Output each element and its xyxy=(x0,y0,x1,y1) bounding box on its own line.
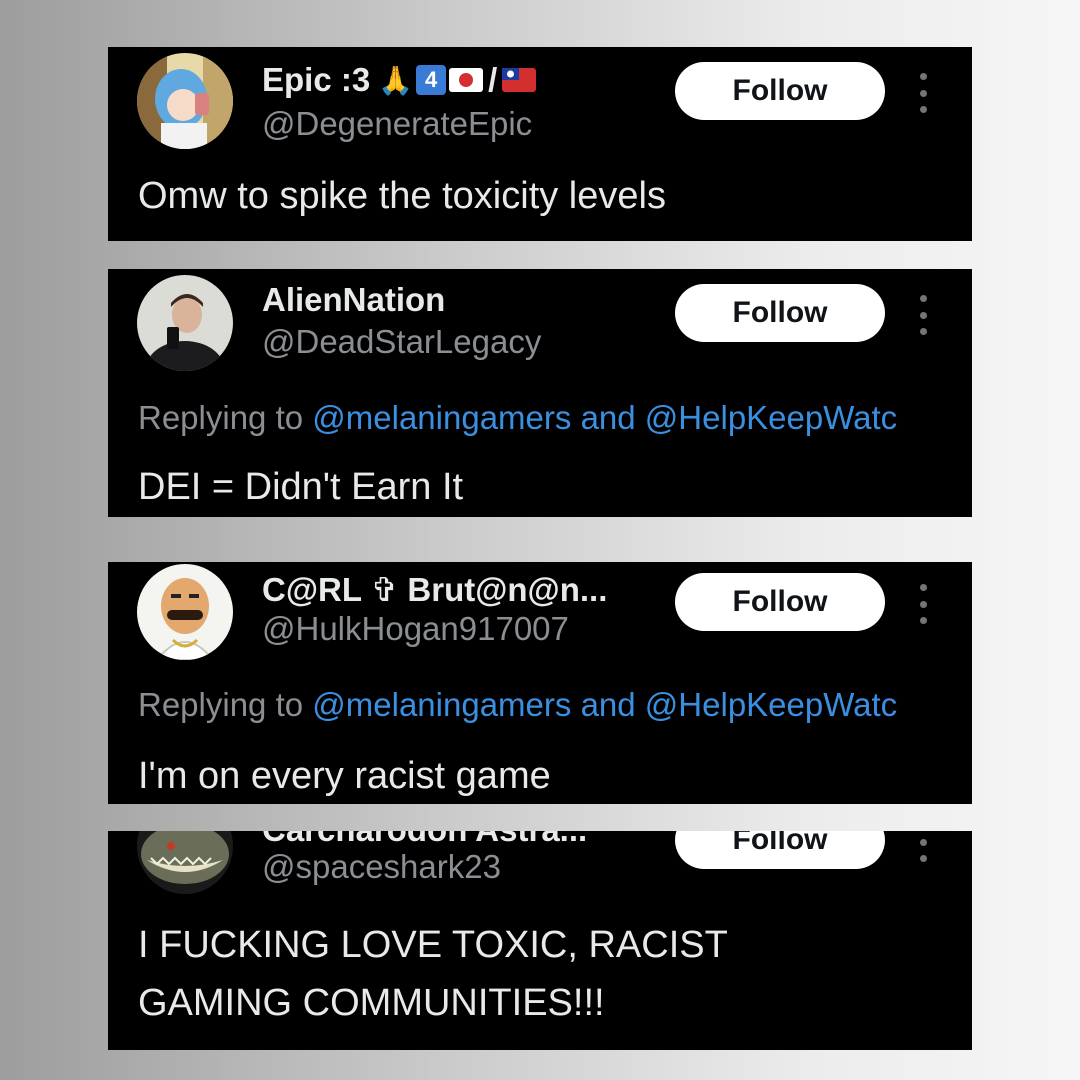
user-handle[interactable]: @spaceshark23 xyxy=(262,848,501,886)
reply-mention-link[interactable]: @melaningamers xyxy=(312,686,571,723)
post-text: DEI = Didn't Earn It xyxy=(138,466,464,508)
follow-button[interactable]: Follow xyxy=(675,831,885,869)
anime-avatar-image xyxy=(137,53,233,149)
reply-mention-link[interactable]: @melaningamers xyxy=(312,399,571,436)
post-text: I'm on every racist game xyxy=(138,755,551,797)
post-card[interactable]: Epic :3 🙏 4 / @DegenerateEpic Follow Omw… xyxy=(108,47,972,241)
taiwan-flag-emoji xyxy=(502,68,537,92)
more-vertical-icon[interactable] xyxy=(916,73,930,113)
praying-hands-emoji: 🙏 xyxy=(378,64,414,96)
display-name[interactable]: AlienNation xyxy=(262,281,445,319)
display-name-text: AlienNation xyxy=(262,281,446,318)
more-vertical-icon[interactable] xyxy=(916,295,930,335)
user-handle[interactable]: @DegenerateEpic xyxy=(262,105,532,143)
shark-creature-avatar-image xyxy=(137,831,233,894)
avatar[interactable] xyxy=(137,831,233,894)
avatar[interactable] xyxy=(137,275,233,371)
user-handle[interactable]: @HulkHogan917007 xyxy=(262,610,569,648)
post-card[interactable]: C@RL ✞ Brut@n@n... @HulkHogan917007 Foll… xyxy=(108,562,972,804)
reply-context: Replying to @melaningamers and @HelpKeep… xyxy=(138,399,897,437)
post-text-line-1: I FUCKING LOVE TOXIC, RACIST xyxy=(138,924,728,966)
display-name[interactable]: C@RL ✞ Brut@n@n... xyxy=(262,570,607,609)
man-photo-avatar-image xyxy=(137,275,233,371)
reply-and-text: and xyxy=(580,686,636,723)
follow-button[interactable]: Follow xyxy=(675,573,885,631)
display-name[interactable]: Epic :3 🙏 4 / xyxy=(262,61,537,99)
post-card[interactable]: AlienNation @DeadStarLegacy Follow Reply… xyxy=(108,269,972,517)
reply-prefix: Replying to xyxy=(138,399,304,436)
avatar[interactable] xyxy=(137,53,233,149)
display-name-text: C@RL ✞ Brut@n@n... xyxy=(262,571,608,608)
avatar[interactable] xyxy=(137,564,233,660)
keycap-4-emoji: 4 xyxy=(416,65,447,95)
display-name-text: Epic :3 xyxy=(262,61,371,98)
reply-prefix: Replying to xyxy=(138,686,304,723)
more-vertical-icon[interactable] xyxy=(916,831,930,862)
display-name[interactable]: Carcharodon Astra... xyxy=(262,831,587,849)
reply-context: Replying to @melaningamers and @HelpKeep… xyxy=(138,686,897,724)
display-name-text: Carcharodon Astra... xyxy=(262,831,587,849)
more-vertical-icon[interactable] xyxy=(916,584,930,624)
user-handle[interactable]: @DeadStarLegacy xyxy=(262,323,541,361)
reply-mention-link[interactable]: @HelpKeepWatc xyxy=(645,399,897,436)
post-card[interactable]: Carcharodon Astra... @spaceshark23 Follo… xyxy=(108,831,972,1050)
reply-and-text: and xyxy=(580,399,636,436)
cartoon-avatar-image xyxy=(137,564,233,660)
follow-button[interactable]: Follow xyxy=(675,62,885,120)
post-text: Omw to spike the toxicity levels xyxy=(138,175,666,217)
follow-button[interactable]: Follow xyxy=(675,284,885,342)
reply-mention-link[interactable]: @HelpKeepWatc xyxy=(645,686,897,723)
post-text-line-2: GAMING COMMUNITIES!!! xyxy=(138,982,605,1024)
slash-separator: / xyxy=(488,61,498,98)
japan-flag-emoji xyxy=(449,68,484,92)
name-emoji-badges: 🙏 4 / xyxy=(378,61,537,99)
